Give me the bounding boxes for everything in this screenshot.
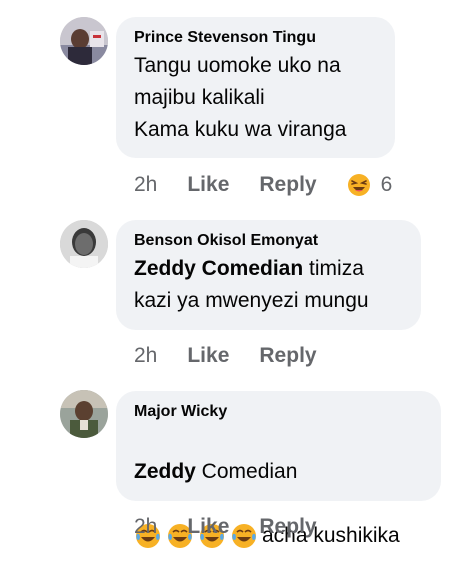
comment-bubble: Benson Okisol Emonyat Zeddy Comedian tim… [116,220,421,330]
mention-link[interactable]: Zeddy Comedian [134,257,303,280]
comment-text: Tangu uomoke uko na majibu kalikali Kama… [134,54,347,141]
comment-author[interactable]: Major Wicky [134,402,421,422]
comment-actions: 2h Like Reply [134,512,347,542]
reply-button[interactable]: Reply [259,173,316,197]
like-button[interactable]: Like [187,173,229,197]
comment-bubble: Prince Stevenson Tingu Tangu uomoke uko … [116,17,395,158]
avatar[interactable] [60,390,108,438]
avatar-photo [60,220,108,268]
comment-author[interactable]: Prince Stevenson Tingu [134,28,375,48]
reply-button[interactable]: Reply [259,344,316,368]
avatar[interactable] [60,220,108,268]
comment-text: Zeddy Comedian acha kushikika [134,424,421,584]
like-button[interactable]: Like [187,344,229,368]
comment-author[interactable]: Benson Okisol Emonyat [134,231,401,251]
like-button[interactable]: Like [187,515,229,539]
avatar-photo [60,390,108,438]
reply-button[interactable]: Reply [259,515,316,539]
reaction-summary[interactable]: 6 [347,173,393,197]
avatar-photo [60,17,108,65]
comment-text-line: Zeddy Comedian [134,456,421,488]
comment-timestamp[interactable]: 2h [134,515,157,539]
mention-link[interactable]: Zeddy [134,460,196,483]
laughing-emoji-icon [347,174,370,196]
comment-actions: 2h Like Reply [134,341,347,371]
comment-actions: 2h Like Reply 6 [134,170,392,200]
comment-text-body: Comedian [195,460,298,483]
comment-timestamp[interactable]: 2h [134,173,157,197]
comment-text: Zeddy Comedian timiza kazi ya mwenyezi m… [134,253,401,317]
comment-timestamp[interactable]: 2h [134,344,157,368]
reaction-count: 6 [380,173,393,196]
comment-bubble: Major Wicky Zeddy Comedian acha kushikik… [116,391,441,548]
avatar[interactable] [60,17,108,65]
